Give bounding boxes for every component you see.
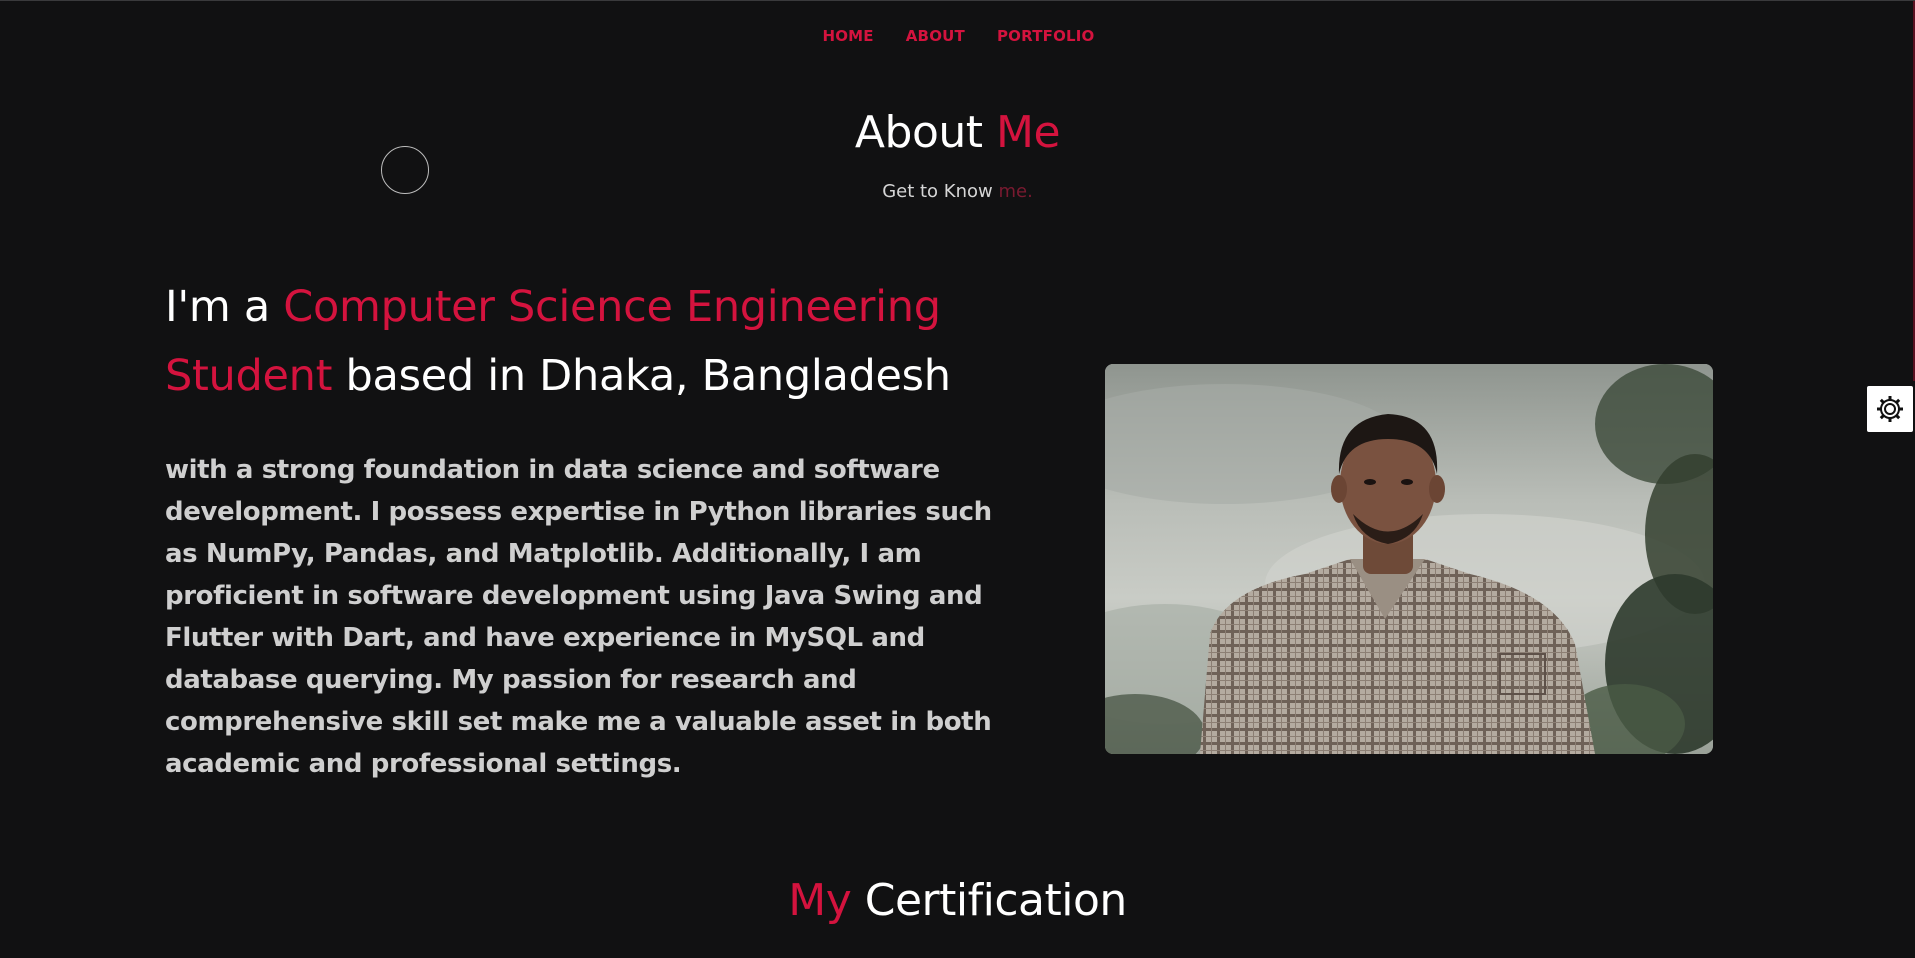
about-title-accent: Me bbox=[996, 107, 1061, 158]
top-nav: HOME ABOUT PORTFOLIO bbox=[0, 27, 1915, 45]
about-title: About Me bbox=[0, 107, 1915, 158]
page: HOME ABOUT PORTFOLIO About Me Get to Kno… bbox=[0, 0, 1915, 958]
gear-icon bbox=[1877, 396, 1903, 422]
profile-photo bbox=[1105, 364, 1713, 754]
certification-title-word: Certification bbox=[864, 875, 1128, 926]
certification-title-accent: My bbox=[788, 875, 852, 926]
about-subtitle-text: Get to Know bbox=[882, 181, 993, 202]
intro-headline: I'm a Computer Science Engineering Stude… bbox=[165, 273, 1035, 411]
about-subtitle: Get to Know me. bbox=[0, 181, 1915, 202]
certification-title: My Certification bbox=[0, 875, 1915, 926]
about-title-word: About bbox=[854, 107, 983, 158]
intro-prefix: I'm a bbox=[165, 282, 270, 332]
nav-home-link[interactable]: HOME bbox=[822, 27, 873, 45]
intro-suffix: based in Dhaka, Bangladesh bbox=[345, 351, 951, 401]
nav-about-link[interactable]: ABOUT bbox=[906, 27, 965, 45]
settings-button[interactable] bbox=[1867, 386, 1913, 432]
about-subtitle-accent: me. bbox=[998, 181, 1033, 202]
nav-portfolio-link[interactable]: PORTFOLIO bbox=[997, 27, 1095, 45]
bio-paragraph: with a strong foundation in data science… bbox=[165, 455, 992, 779]
